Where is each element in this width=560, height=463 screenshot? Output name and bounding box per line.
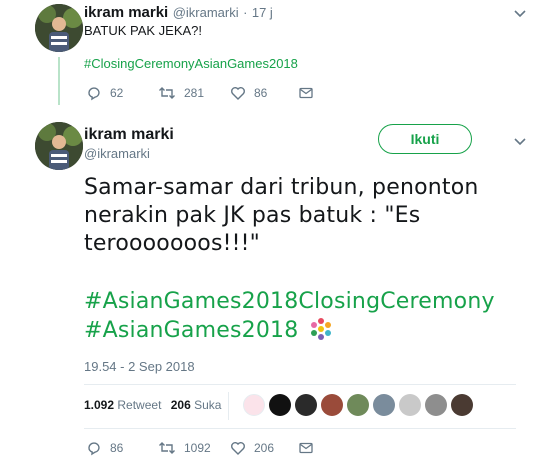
asian-games-emoji-icon — [310, 318, 331, 340]
heart-icon — [231, 442, 245, 455]
tweet-time[interactable]: 17 j — [252, 5, 273, 20]
author-handle[interactable]: @ikramarki — [173, 5, 239, 20]
avatar-image — [35, 4, 83, 52]
hashtag-link[interactable]: #AsianGames2018ClosingCeremony — [84, 288, 495, 316]
divider — [84, 428, 516, 429]
avatar[interactable] — [35, 122, 83, 170]
reply-tweet-text: BATUK PAK JEKA?! — [84, 23, 203, 38]
hashtag-link[interactable]: #AsianGames2018 — [84, 316, 334, 345]
liker-avatar[interactable] — [243, 394, 265, 416]
direct-message-button[interactable] — [298, 440, 322, 456]
likes-stat-count: 206 — [170, 398, 191, 412]
liker-avatar[interactable] — [295, 394, 317, 416]
reply-button[interactable]: 62 — [86, 85, 123, 101]
retweets-stat[interactable]: 1.092 Retweet — [84, 398, 165, 412]
retweets-stat-count: 1.092 — [84, 398, 115, 412]
liker-avatar[interactable] — [269, 394, 291, 416]
tweet-timestamp[interactable]: 19.54 - 2 Sep 2018 — [84, 359, 195, 374]
chevron-down-icon[interactable] — [513, 6, 527, 20]
retweets-stat-label: Retweet — [117, 398, 162, 412]
liker-avatar[interactable] — [451, 394, 473, 416]
tweet-text: Samar-samar dari tribun, penonton neraki… — [84, 175, 479, 256]
reply-button[interactable]: 86 — [86, 440, 123, 456]
author-name[interactable]: ikram marki — [84, 126, 174, 144]
envelope-icon — [299, 442, 313, 454]
follow-button[interactable]: Ikuti — [378, 124, 472, 154]
retweet-count: 281 — [184, 86, 205, 100]
like-button[interactable]: 206 — [230, 440, 274, 456]
direct-message-button[interactable] — [298, 85, 322, 101]
heart-icon — [231, 87, 245, 100]
retweet-button[interactable]: 281 — [158, 85, 204, 101]
like-button[interactable]: 86 — [230, 85, 267, 101]
envelope-icon — [299, 87, 313, 99]
hashtag-text[interactable]: #AsianGames2018 — [84, 318, 298, 343]
retweet-button[interactable]: 1092 — [158, 440, 211, 456]
liker-avatar[interactable] — [347, 394, 369, 416]
tweet-stats: 1.092 Retweet 206 Suka — [84, 398, 221, 412]
likes-stat-label: Suka — [194, 398, 222, 412]
liker-avatar[interactable] — [399, 394, 421, 416]
divider — [84, 384, 516, 385]
reply-count: 62 — [110, 86, 124, 100]
avatar[interactable] — [35, 4, 83, 52]
retweet-icon — [159, 87, 175, 99]
liker-avatar[interactable] — [425, 394, 447, 416]
likes-stat[interactable]: 206 Suka — [171, 398, 222, 412]
separator: · — [243, 5, 248, 20]
like-count: 86 — [254, 86, 268, 100]
like-count: 206 — [254, 441, 275, 455]
reply-hashtag-link[interactable]: #ClosingCeremonyAsianGames2018 — [84, 56, 298, 71]
divider — [228, 392, 229, 420]
author-handle[interactable]: @ikramarki — [84, 146, 150, 161]
reply-count: 86 — [110, 441, 124, 455]
avatar-image — [35, 122, 83, 170]
liker-avatar[interactable] — [373, 394, 395, 416]
retweet-count: 1092 — [184, 441, 211, 455]
author-name[interactable]: ikram marki — [84, 4, 168, 21]
reply-icon — [88, 442, 100, 456]
thread-line — [58, 57, 60, 105]
reply-icon — [88, 87, 100, 101]
liker-avatar[interactable] — [321, 394, 343, 416]
reply-tweet-header: ikram marki @ikramarki · 17 j — [84, 4, 273, 22]
retweet-icon — [159, 442, 175, 454]
chevron-down-icon[interactable] — [513, 134, 527, 148]
liker-avatars — [243, 394, 477, 416]
